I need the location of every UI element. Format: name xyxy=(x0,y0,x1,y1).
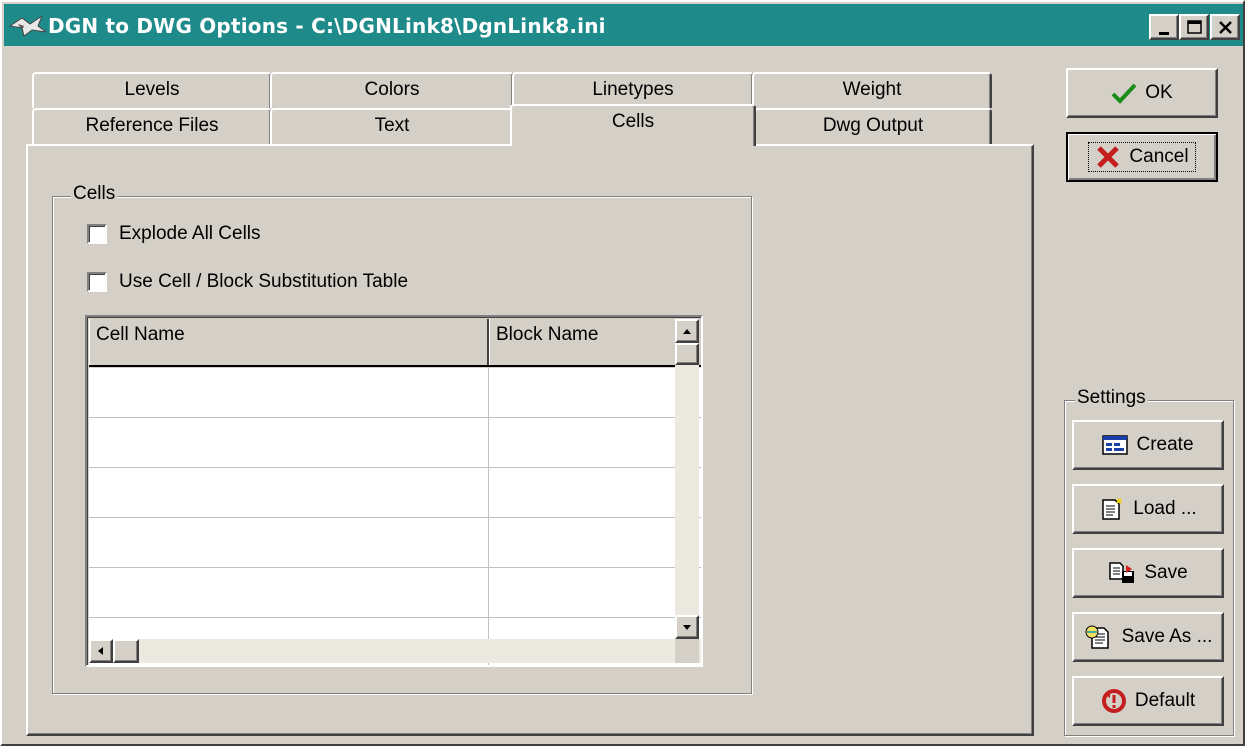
save-as-label: Save As ... xyxy=(1121,626,1213,647)
table-row[interactable] xyxy=(89,518,701,568)
cancel-focus-outline: Cancel xyxy=(1088,142,1196,172)
table-row[interactable] xyxy=(89,568,701,618)
column-header-block-name[interactable]: Block Name xyxy=(489,319,701,365)
tab-dwg-output[interactable]: Dwg Output xyxy=(754,108,992,144)
scrollbar-corner xyxy=(675,639,699,663)
settings-group-label: Settings xyxy=(1075,387,1148,409)
cancel-label: Cancel xyxy=(1129,146,1189,167)
table-cell[interactable] xyxy=(489,468,701,517)
create-settings-icon xyxy=(1102,434,1129,456)
save-as-button[interactable]: Save As ... xyxy=(1072,612,1224,662)
scroll-left-button[interactable] xyxy=(89,639,113,663)
minimize-icon xyxy=(1159,32,1169,35)
load-button[interactable]: Load ... xyxy=(1072,484,1224,534)
cancel-button[interactable]: Cancel xyxy=(1066,132,1218,182)
default-button[interactable]: Default xyxy=(1072,676,1224,726)
tab-label: Cells xyxy=(611,111,655,132)
tab-label: Weight xyxy=(842,79,902,100)
load-label: Load ... xyxy=(1133,498,1197,519)
vertical-scrollbar[interactable] xyxy=(675,319,699,639)
red-x-icon xyxy=(1095,145,1121,169)
table-cell[interactable] xyxy=(89,418,490,467)
tab-label: Linetypes xyxy=(592,79,674,100)
save-file-icon xyxy=(1108,561,1136,585)
tab-label: Dwg Output xyxy=(822,115,924,136)
save-button[interactable]: Save xyxy=(1072,548,1224,598)
use-substitution-table-label: Use Cell / Block Substitution Table xyxy=(119,271,409,292)
use-substitution-table-option[interactable]: Use Cell / Block Substitution Table xyxy=(87,271,408,293)
explode-all-cells-label: Explode All Cells xyxy=(119,223,261,244)
arrow-up-icon xyxy=(683,329,691,334)
save-as-icon xyxy=(1084,624,1114,650)
tab-label: Levels xyxy=(124,79,180,100)
explode-all-cells-option[interactable]: Explode All Cells xyxy=(87,223,261,245)
horizontal-scroll-thumb[interactable] xyxy=(113,639,139,663)
arrow-down-icon xyxy=(683,625,691,630)
ok-label: OK xyxy=(1145,82,1173,103)
maximize-icon xyxy=(1187,20,1202,34)
cells-group: Cells Explode All Cells Use Cell / Block… xyxy=(52,183,752,694)
tab-reference-files[interactable]: Reference Files xyxy=(32,108,272,144)
tab-linetypes[interactable]: Linetypes xyxy=(512,72,754,108)
reset-default-icon xyxy=(1101,688,1127,714)
table-cell[interactable] xyxy=(489,368,701,417)
maximize-button[interactable] xyxy=(1179,14,1209,40)
create-label: Create xyxy=(1136,434,1194,455)
table-body xyxy=(89,368,701,665)
tab-label: Text xyxy=(374,115,410,136)
close-button[interactable] xyxy=(1210,14,1240,40)
checkmark-icon xyxy=(1111,82,1137,104)
load-file-icon xyxy=(1099,497,1125,521)
cells-group-label: Cells xyxy=(71,183,118,205)
tab-cells[interactable]: Cells xyxy=(510,104,756,146)
title-bar[interactable]: DGN to DWG Options - C:\DGNLink8\DgnLink… xyxy=(4,4,1243,46)
table-cell[interactable] xyxy=(89,468,490,517)
scroll-down-button[interactable] xyxy=(675,615,699,639)
close-icon xyxy=(1219,21,1232,34)
table-row[interactable] xyxy=(89,368,701,418)
tab-label: Reference Files xyxy=(85,115,219,136)
tab-levels[interactable]: Levels xyxy=(32,72,272,108)
table-row[interactable] xyxy=(89,418,701,468)
table-cell[interactable] xyxy=(489,518,701,567)
dialog-window: DGN to DWG Options - C:\DGNLink8\DgnLink… xyxy=(0,0,1245,746)
save-label: Save xyxy=(1144,562,1188,583)
cells-tab-panel: Cells Explode All Cells Use Cell / Block… xyxy=(26,144,1034,736)
table-cell[interactable] xyxy=(89,568,490,617)
use-substitution-table-checkbox[interactable] xyxy=(87,272,107,292)
window-title: DGN to DWG Options - C:\DGNLink8\DgnLink… xyxy=(48,14,606,38)
arrow-left-icon xyxy=(98,647,103,655)
table-cell[interactable] xyxy=(89,518,490,567)
scroll-up-button[interactable] xyxy=(675,319,699,343)
tab-text[interactable]: Text xyxy=(270,108,514,144)
table-cell[interactable] xyxy=(89,368,490,417)
tab-colors[interactable]: Colors xyxy=(270,72,514,108)
column-header-cell-name[interactable]: Cell Name xyxy=(89,319,489,365)
minimize-button[interactable] xyxy=(1149,14,1179,40)
table-cell[interactable] xyxy=(489,568,701,617)
app-logo-icon xyxy=(8,12,48,40)
explode-all-cells-checkbox[interactable] xyxy=(87,224,107,244)
table-cell[interactable] xyxy=(489,418,701,467)
tab-label: Colors xyxy=(364,79,420,100)
vertical-scroll-thumb[interactable] xyxy=(675,343,699,365)
default-label: Default xyxy=(1134,690,1196,711)
horizontal-scrollbar[interactable] xyxy=(89,639,701,663)
cell-block-substitution-table[interactable]: Cell Name Block Name xyxy=(85,315,703,667)
tab-weight[interactable]: Weight xyxy=(752,72,992,108)
table-row[interactable] xyxy=(89,468,701,518)
create-button[interactable]: Create xyxy=(1072,420,1224,470)
ok-button[interactable]: OK xyxy=(1066,68,1218,118)
table-header: Cell Name Block Name xyxy=(89,319,701,367)
